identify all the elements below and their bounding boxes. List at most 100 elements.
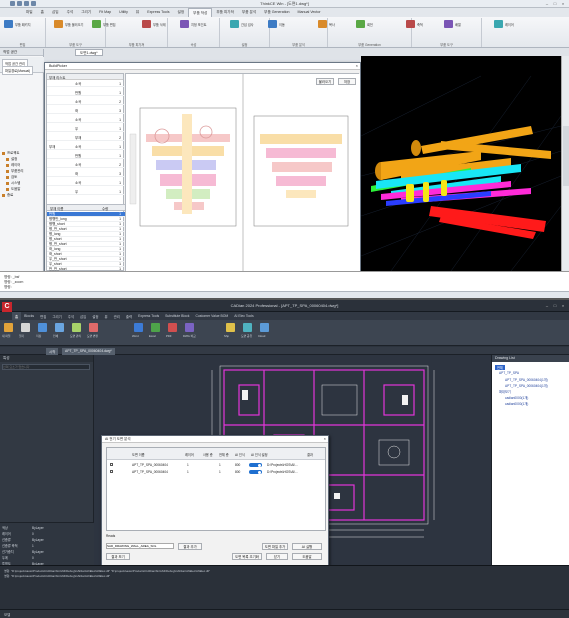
ribbon-tool-icon[interactable] — [494, 20, 503, 28]
part-tree-row[interactable]: 소곡 2 — [47, 99, 125, 105]
ribbon-tool-label[interactable]: 복사 — [329, 22, 335, 27]
close-button[interactable]: 닫기 — [266, 553, 288, 560]
ribbon-tool-icon[interactable] — [92, 20, 101, 28]
part-tree-row[interactable]: 부재 2 — [47, 135, 125, 141]
drawing-list-item[interactable]: APT_TP_SPA_00060404(1개) — [505, 377, 548, 382]
add-result-button[interactable]: 결과 추가 — [178, 543, 202, 550]
row-checkbox[interactable] — [110, 470, 113, 473]
cad-3d-viewport[interactable] — [361, 56, 561, 271]
ai-toggle[interactable] — [249, 470, 262, 474]
bottom-maximize-icon[interactable]: □ — [552, 303, 558, 308]
bottom-tool-label[interactable]: Excel — [149, 334, 156, 338]
view-result-button[interactable]: 결과 보기 — [106, 553, 130, 560]
ribbon-tab[interactable]: 설정 — [174, 8, 189, 17]
bottom-ribbon-tab[interactable]: 출력 — [123, 312, 135, 320]
preview-canvas[interactable]: 불러오기 저장 — [125, 73, 360, 272]
bottom-ribbon-tab[interactable]: 주석 — [65, 312, 77, 320]
ribbon-tool-icon[interactable] — [180, 20, 189, 28]
ribbon-tool-label[interactable]: 회전 — [367, 22, 373, 27]
ribbon-tab[interactable]: 부품 Generation — [260, 8, 293, 17]
bottom-tool-label[interactable]: 도면 공유 — [241, 334, 252, 338]
bottom-tool-label[interactable]: 열기 — [19, 334, 24, 338]
ai-dialog-close-icon[interactable]: × — [324, 436, 326, 441]
part-tree-row[interactable]: 반원 1 — [47, 153, 125, 159]
drawing-list-item[interactable]: APT_TP_SPA — [499, 371, 519, 375]
part-tree-row[interactable]: 반원 1 — [47, 90, 125, 96]
bottom-ribbon-tab[interactable]: 관리 — [111, 312, 123, 320]
grid-row[interactable]: APT_TP_SPA_00060404 1 1 800 D:\Projects\HOS\… — [107, 469, 325, 475]
bottom-ribbon-tab[interactable]: 홈 — [12, 312, 22, 320]
ribbon-tool-icon[interactable] — [268, 20, 277, 28]
drawing-list-item[interactable]: APT_TP_SPA_00060404(1개) — [505, 383, 548, 388]
ribbon-tool-label[interactable]: 부품 편집 — [103, 22, 116, 27]
bottom-ribbon-tab[interactable]: AI Elec Tools — [231, 312, 257, 320]
ribbon-tool-label[interactable]: 이동 — [279, 22, 285, 27]
ribbon-tool-icon[interactable] — [444, 20, 453, 28]
bottom-tool-icon[interactable] — [243, 323, 252, 332]
drawing-list-item[interactable]: 확대보기 — [499, 389, 511, 394]
bottom-tool-icon[interactable] — [226, 323, 235, 332]
bottom-tool-icon[interactable] — [185, 323, 194, 332]
ai-run-button[interactable]: AI 실행 — [292, 543, 322, 550]
ribbon-tab[interactable]: 삽입 — [48, 8, 63, 17]
bottom-ribbon-tab[interactable]: 편집 — [37, 312, 49, 320]
bottom-minimize-icon[interactable]: – — [544, 303, 550, 308]
ribbon-tool-icon[interactable] — [142, 20, 151, 28]
close-icon[interactable]: × — [560, 1, 566, 6]
ribbon-tab[interactable]: 뷰 — [132, 8, 143, 17]
ribbon-tool-label[interactable]: 레이어 — [505, 22, 514, 27]
bottom-tool-label[interactable]: Cloud — [258, 334, 265, 338]
bottom-tool-label[interactable]: Shp — [224, 334, 229, 338]
part-tree-row[interactable]: 소곡 1 — [47, 117, 125, 123]
ribbon-tab[interactable]: Express Tools — [143, 8, 173, 17]
ai-toggle[interactable] — [249, 463, 262, 467]
ribbon-tool-label[interactable]: 배열 — [455, 22, 461, 27]
dialog-close-icon[interactable]: × — [356, 63, 358, 68]
bottom-ribbon-tab[interactable]: Customer Value BOM — [192, 312, 231, 320]
bottom-tool-icon[interactable] — [38, 323, 47, 332]
add-drawing-button[interactable]: 도면 파일 추가 — [262, 543, 288, 550]
bottom-tool-icon[interactable] — [4, 323, 13, 332]
bottom-tool-icon[interactable] — [151, 323, 160, 332]
bottom-close-icon[interactable]: × — [560, 303, 566, 308]
cmd-prompt[interactable]: 명령: — [4, 285, 565, 290]
nav-bar[interactable] — [563, 126, 569, 186]
bottom-ribbon-tab[interactable]: Substitute Block — [162, 312, 192, 320]
bottom-tool-label[interactable]: PDF — [166, 334, 172, 338]
save-button[interactable]: 저장 — [338, 78, 356, 85]
help-button[interactable]: 도움말 — [292, 553, 322, 560]
ribbon-tool-icon[interactable] — [4, 20, 13, 28]
bottom-tool-label[interactable]: 도면 관리 — [70, 334, 81, 338]
bottom-tool-label[interactable]: 저장 — [36, 334, 41, 338]
ribbon-tab[interactable]: Utility — [115, 8, 132, 17]
part-tree-row[interactable]: 우1 — [47, 126, 125, 132]
ribbon-tool-label[interactable]: 부품 불러오기 — [65, 22, 83, 27]
floor-plan-canvas[interactable]: AI 전기 도면 분석 × 도면 이름 레이어 사용 층 전체 층 AI 인식 … — [94, 355, 491, 565]
part-tree-row[interactable]: 소곡 1 — [47, 180, 125, 186]
bottom-tool-icon[interactable] — [260, 323, 269, 332]
ribbon-tool-icon[interactable] — [54, 20, 63, 28]
part-tree-row[interactable]: 소곡 1 — [47, 81, 125, 87]
part-tree-row[interactable]: 좌3 — [47, 171, 125, 177]
ribbon-tab[interactable]: Fit Map — [95, 8, 115, 17]
bottom-tool-icon[interactable] — [89, 323, 98, 332]
drawing-list-item[interactable]: cadian0000(1개) — [505, 401, 528, 406]
maximize-icon[interactable]: □ — [552, 1, 558, 6]
tab-file-path[interactable]: 파일경로(Manual) — [2, 66, 34, 75]
minimize-icon[interactable]: – — [544, 1, 550, 6]
part-tree-row[interactable]: 우1 — [47, 189, 125, 195]
ribbon-tab[interactable]: 부품 작성 — [188, 8, 213, 17]
ribbon-tool-label[interactable]: 부품 패키지 — [15, 22, 31, 27]
bottom-ribbon-tab[interactable]: 그리기 — [49, 312, 64, 320]
ribbon-tool-icon[interactable] — [318, 20, 327, 28]
part-tree-row[interactable]: 부재 소곡 1 — [47, 144, 125, 150]
ribbon-tool-icon[interactable] — [406, 20, 415, 28]
bottom-tool-icon[interactable] — [72, 323, 81, 332]
doc-tab-start[interactable]: 시작 — [46, 348, 59, 355]
bottom-tool-label[interactable]: DWG 비교 — [183, 334, 196, 338]
ribbon-tab[interactable]: 파일 — [22, 8, 37, 17]
ribbon-tool-label[interactable]: 지정 포인트 — [191, 22, 207, 27]
ribbon-tab[interactable]: 그리기 — [77, 8, 95, 17]
bottom-tool-icon[interactable] — [21, 323, 30, 332]
ribbon-tab[interactable]: 부품 피가져 — [212, 8, 238, 17]
